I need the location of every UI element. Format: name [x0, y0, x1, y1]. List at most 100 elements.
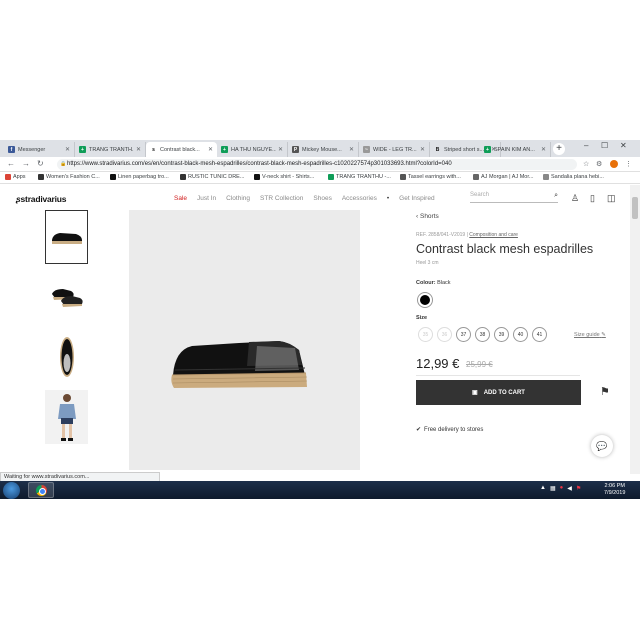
- scrollbar[interactable]: [630, 185, 640, 474]
- search-icon[interactable]: ⌕: [554, 192, 558, 200]
- tab-spain[interactable]: + SPAIN KIM AN... ✕: [480, 142, 551, 157]
- close-icon[interactable]: ✕: [208, 146, 213, 153]
- bookmark-icon[interactable]: ⚑: [600, 385, 610, 398]
- menu-icon[interactable]: ⋮: [625, 160, 632, 168]
- nav-just-in[interactable]: Just In: [197, 195, 216, 202]
- composition-link[interactable]: Composition and care: [469, 232, 518, 238]
- search-input[interactable]: Search ⌕: [470, 192, 558, 203]
- tab-title: HA THU NGUYE...: [231, 146, 276, 153]
- bookmark-womens-fashion[interactable]: Women's Fashion C...: [38, 174, 100, 180]
- star-icon[interactable]: ☆: [583, 160, 589, 168]
- clock[interactable]: 2:06 PM 7/9/2019: [604, 483, 625, 497]
- forward-arrow-icon[interactable]: →: [22, 159, 30, 168]
- tab-trang[interactable]: + TRANG TRANTH... ✕: [75, 142, 146, 157]
- bag-icon[interactable]: ◫: [607, 193, 616, 204]
- close-icon[interactable]: ✕: [278, 146, 283, 153]
- flag-icon[interactable]: ⚑: [576, 485, 581, 492]
- profile-avatar[interactable]: [610, 160, 618, 168]
- maximize-button[interactable]: ☐: [601, 141, 608, 150]
- colour-label: Colour: Black: [416, 280, 451, 286]
- size-39[interactable]: 39: [494, 327, 509, 342]
- wishlist-icon[interactable]: ▯: [590, 193, 595, 204]
- size-guide-link[interactable]: Size guide ✎: [574, 332, 606, 338]
- volume-icon[interactable]: ◀: [567, 485, 572, 492]
- current-price: 12,99 €: [416, 356, 460, 371]
- thumbnail-2[interactable]: [45, 270, 88, 324]
- scrollbar-thumb[interactable]: [632, 197, 638, 219]
- screenshot: f Messenger ✕ + TRANG TRANTH... ✕ s Contrast …: [0, 140, 640, 499]
- nav-get-inspired[interactable]: Get Inspired: [399, 195, 434, 202]
- product-ref: REF. 2858/041-V2019 | Composition and ca…: [416, 232, 518, 238]
- back-arrow-icon[interactable]: ←: [7, 159, 15, 168]
- minimize-button[interactable]: –: [584, 141, 588, 150]
- antivirus-icon[interactable]: ●: [560, 485, 564, 492]
- delivery-info: ✔ Free delivery to stores: [416, 426, 483, 434]
- thumbnail-4[interactable]: [45, 390, 88, 444]
- thumbnail-1[interactable]: [45, 210, 88, 264]
- bookmark-linen[interactable]: Linen paperbag tro...: [110, 174, 169, 180]
- site-icon: [543, 174, 549, 180]
- shoe-pair-thumb: [51, 289, 83, 307]
- bookmark-sandalia[interactable]: Sandalia plana hebi...: [543, 174, 604, 180]
- bookmark-trang[interactable]: TRANG TRANTHU -...: [328, 174, 391, 180]
- old-price: 25,99 €: [466, 360, 493, 369]
- windows-start-icon[interactable]: [3, 482, 20, 499]
- tab-contrast-black[interactable]: s Contrast black... ✕: [146, 142, 217, 157]
- close-icon[interactable]: ✕: [349, 146, 354, 153]
- size-36[interactable]: 36: [437, 327, 452, 342]
- size-guide-text: Size guide: [574, 332, 600, 338]
- model-thumb: [57, 394, 76, 441]
- close-icon[interactable]: ✕: [541, 146, 546, 153]
- size-35[interactable]: 35: [418, 327, 433, 342]
- tab-messenger[interactable]: f Messenger ✕: [4, 142, 75, 157]
- bookmark-vneck[interactable]: V-neck shirt - Shirts...: [254, 174, 314, 180]
- chat-icon[interactable]: 💬: [591, 435, 613, 457]
- close-icon[interactable]: ✕: [420, 146, 425, 153]
- tab-title: WIDE - LEG TR...: [373, 146, 417, 153]
- add-to-cart-button[interactable]: ▣ ADD TO CART: [416, 380, 581, 405]
- reload-icon[interactable]: ↻: [37, 159, 44, 168]
- new-tab-button[interactable]: +: [553, 143, 565, 155]
- user-icon[interactable]: ♙: [571, 193, 579, 204]
- site-logo[interactable]: ʂstradivarius: [16, 194, 67, 204]
- sheets-icon: [328, 174, 334, 180]
- system-tray: ▲ ▦ ● ◀ ⚑: [540, 485, 581, 492]
- bookmark-rustic[interactable]: RUSTIC TUNIC DRE...: [180, 174, 244, 180]
- product-main-image[interactable]: [129, 210, 360, 470]
- tab-mickey[interactable]: P Mickey Mouse... ✕: [288, 142, 359, 157]
- chrome-taskbar-button[interactable]: [28, 482, 54, 498]
- size-37[interactable]: 37: [456, 327, 471, 342]
- site-icon: [473, 174, 479, 180]
- size-40[interactable]: 40: [513, 327, 528, 342]
- tab-wide-leg[interactable]: ~ WIDE - LEG TR... ✕: [359, 142, 430, 157]
- logo-text: stradivarius: [20, 194, 67, 204]
- size-38[interactable]: 38: [475, 327, 490, 342]
- thumbnail-3[interactable]: [45, 330, 88, 384]
- network-icon[interactable]: ▦: [550, 485, 556, 492]
- bookmark-apps[interactable]: Apps: [5, 174, 26, 180]
- nav-sale[interactable]: Sale: [174, 195, 187, 202]
- bookmark-label: V-neck shirt - Shirts...: [262, 174, 315, 180]
- tab-ha-thu[interactable]: + HA THU NGUYE... ✕: [217, 142, 288, 157]
- close-icon[interactable]: ✕: [136, 146, 141, 153]
- nav-clothing[interactable]: Clothing: [226, 195, 250, 202]
- breadcrumb-back[interactable]: ‹ Shorts: [416, 213, 439, 220]
- close-window-button[interactable]: ✕: [620, 141, 627, 150]
- bershka-icon: [254, 174, 260, 180]
- extension-icon[interactable]: ⚙: [596, 160, 602, 168]
- colour-swatch-black[interactable]: [418, 293, 432, 307]
- bookmark-aj-morgan[interactable]: AJ Morgan | AJ Mor...: [473, 174, 533, 180]
- web-page: ʂstradivarius Sale Just In Clothing STR …: [0, 185, 630, 474]
- browser-toolbar: ← → ↻ 🔒 https://www.stradivarius.com/es/…: [0, 157, 640, 172]
- bookmark-tassel[interactable]: Tassel earrings with...: [400, 174, 461, 180]
- nav-str-collection[interactable]: STR Collection: [260, 195, 303, 202]
- nav-accessories[interactable]: Accessories: [342, 195, 377, 202]
- address-bar[interactable]: 🔒 https://www.stradivarius.com/es/en/con…: [57, 159, 577, 170]
- size-41[interactable]: 41: [532, 327, 547, 342]
- tray-arrow-icon[interactable]: ▲: [540, 485, 546, 492]
- close-icon[interactable]: ✕: [65, 146, 70, 153]
- bookmark-label: Linen paperbag tro...: [118, 174, 169, 180]
- tab-title: TRANG TRANTH...: [89, 146, 134, 153]
- nav-shoes[interactable]: Shoes: [313, 195, 331, 202]
- main-nav: Sale Just In Clothing STR Collection Sho…: [174, 195, 435, 202]
